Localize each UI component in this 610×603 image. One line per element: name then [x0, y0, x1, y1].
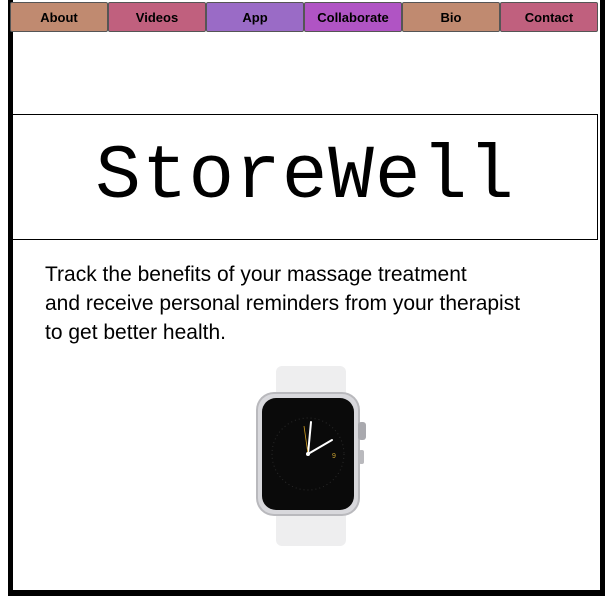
nav-collaborate[interactable]: Collaborate	[304, 2, 402, 32]
nav-contact[interactable]: Contact	[500, 2, 598, 32]
smartwatch-image: 9	[250, 366, 372, 546]
tagline-line-1: Track the benefits of your massage treat…	[45, 263, 467, 286]
tagline: Track the benefits of your massage treat…	[45, 260, 600, 347]
nav-bio[interactable]: Bio	[402, 2, 500, 32]
brand-banner: StoreWell	[12, 114, 598, 240]
nav-app[interactable]: App	[206, 2, 304, 32]
nav-about[interactable]: About	[10, 2, 108, 32]
top-navigation: About Videos App Collaborate Bio Contact	[10, 2, 598, 32]
tagline-line-2: and receive personal reminders from your…	[45, 292, 521, 315]
smartwatch-icon: 9	[256, 366, 366, 546]
svg-text:9: 9	[332, 453, 336, 460]
tagline-line-3: to get better health.	[45, 321, 226, 344]
nav-videos[interactable]: Videos	[108, 2, 206, 32]
brand-title: StoreWell	[95, 134, 515, 220]
